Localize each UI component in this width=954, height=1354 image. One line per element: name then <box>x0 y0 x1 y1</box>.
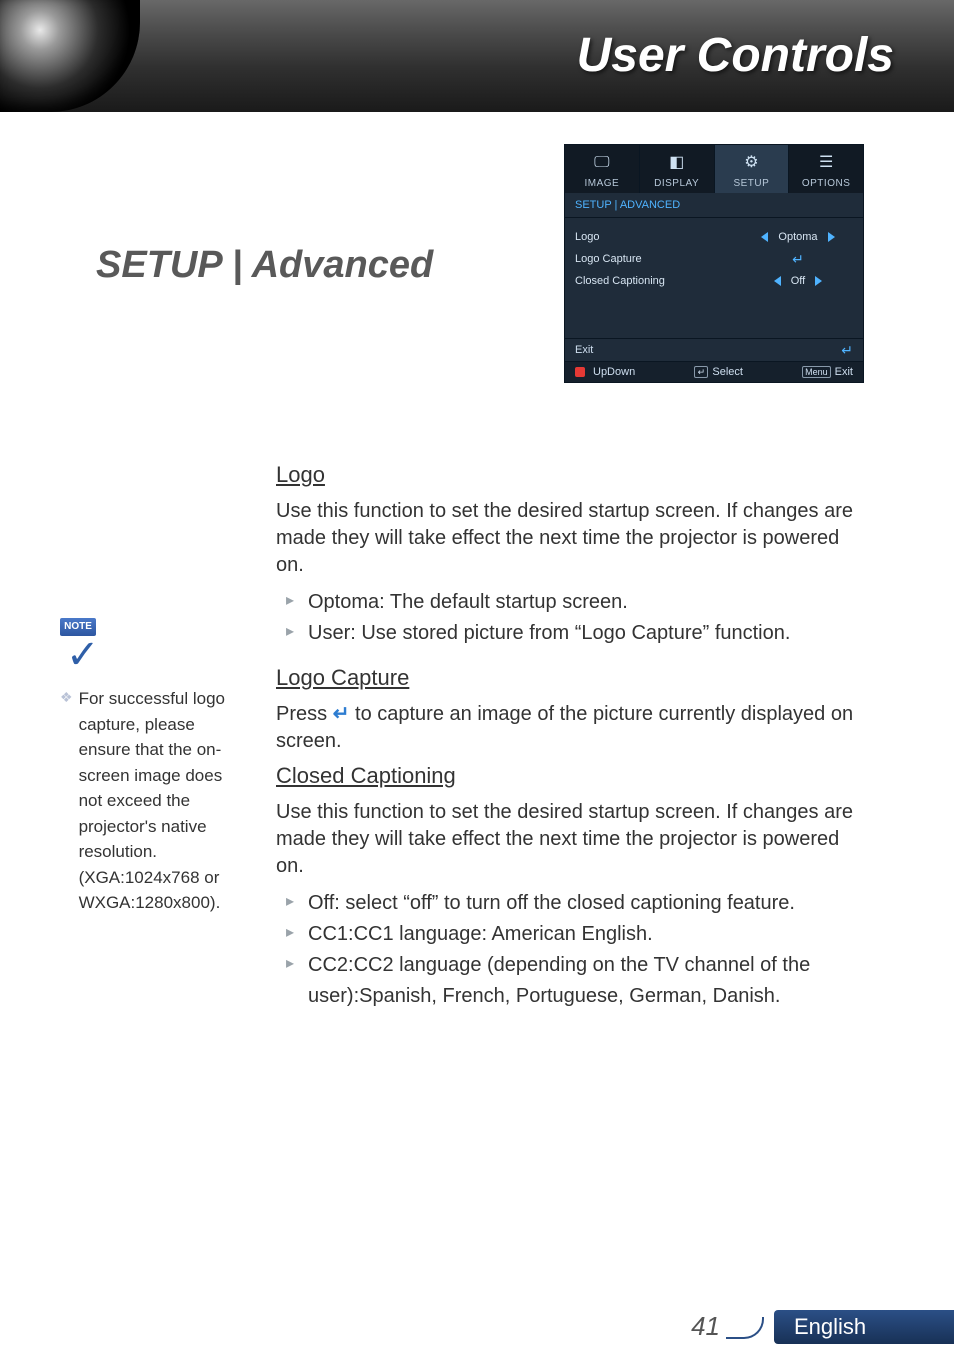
content-body: Logo Use this function to set the desire… <box>256 462 864 1028</box>
enter-icon: ↵ <box>333 703 350 725</box>
osd-breadcrumb: SETUP | ADVANCED <box>565 193 863 218</box>
osd-tab-label: SETUP <box>733 178 769 189</box>
osd-row-value: Optoma <box>778 231 817 243</box>
osd-tab-options[interactable]: ☰ OPTIONS <box>789 145 863 193</box>
check-icon: ✓ <box>66 632 100 678</box>
enter-key-icon: ↵ <box>694 366 708 378</box>
bullet-item: User: Use stored picture from “Logo Capt… <box>286 618 864 649</box>
osd-footer-updown: UpDown <box>593 366 635 378</box>
osd-row-label: Closed Captioning <box>575 275 743 287</box>
chevron-right-icon[interactable] <box>828 232 835 242</box>
list-icon: ☰ <box>789 151 863 175</box>
bullets-closed-captioning: Off: select “off” to turn off the closed… <box>286 888 864 1012</box>
osd-row-logo[interactable]: Logo Optoma <box>575 226 853 248</box>
enter-icon: ↵ <box>841 343 853 357</box>
osd-footer-exit: Exit <box>835 366 853 378</box>
note-badge: NOTE ✓ <box>60 618 120 672</box>
para-closed-captioning: Use this function to set the desired sta… <box>276 799 864 880</box>
red-button-icon <box>575 367 585 377</box>
enter-icon: ↵ <box>792 252 804 266</box>
heading-logo-capture: Logo Capture <box>276 665 864 691</box>
osd-exit-row[interactable]: Exit ↵ <box>565 338 863 361</box>
osd-tab-label: OPTIONS <box>802 178 851 189</box>
heading-closed-captioning: Closed Captioning <box>276 763 864 789</box>
osd-row-closed-captioning[interactable]: Closed Captioning Off <box>575 270 853 292</box>
osd-row-logo-capture[interactable]: Logo Capture ↵ <box>575 248 853 270</box>
osd-row-label: Logo <box>575 231 743 243</box>
osd-tab-setup[interactable]: ⚙ SETUP <box>715 145 790 193</box>
chevron-left-icon[interactable] <box>774 276 781 286</box>
gear-icon: ⚙ <box>715 151 789 175</box>
osd-row-label: Logo Capture <box>575 253 743 265</box>
osd-menu: 🖵 IMAGE ◧ DISPLAY ⚙ SETUP ☰ OPTIONS SETU… <box>564 144 864 383</box>
menu-key-icon: Menu <box>802 366 831 378</box>
para-logo-capture: Press ↵ to capture an image of the pictu… <box>276 701 864 755</box>
page-footer: 41 English <box>0 1298 954 1354</box>
chevron-left-icon[interactable] <box>761 232 768 242</box>
bullet-item: CC2:CC2 language (depending on the TV ch… <box>286 950 864 1012</box>
diamond-bullet-icon: ❖ <box>60 686 73 916</box>
para-fragment: Press <box>276 703 333 725</box>
bullet-item: CC1:CC1 language: American English. <box>286 919 864 950</box>
osd-tab-label: IMAGE <box>585 178 620 189</box>
footer-language-bar: English <box>774 1310 954 1344</box>
osd-footer: UpDown ↵ Select Menu Exit <box>565 361 863 382</box>
heading-logo: Logo <box>276 462 864 488</box>
section-title: SETUP | Advanced <box>96 244 433 287</box>
bullet-item: Optoma: The default startup screen. <box>286 587 864 618</box>
bullet-item: Off: select “off” to turn off the closed… <box>286 888 864 919</box>
para-logo: Use this function to set the desired sta… <box>276 498 864 579</box>
osd-row-value: Off <box>791 275 805 287</box>
note-sidebar: NOTE ✓ ❖ For successful logo capture, pl… <box>60 618 240 916</box>
chevron-right-icon[interactable] <box>815 276 822 286</box>
osd-exit-label: Exit <box>575 344 841 356</box>
bullets-logo: Optoma: The default startup screen. User… <box>286 587 864 649</box>
osd-body: Logo Optoma Logo Capture ↵ Closed Captio… <box>565 218 863 338</box>
osd-tab-image[interactable]: 🖵 IMAGE <box>565 145 640 193</box>
footer-language: English <box>794 1314 866 1340</box>
osd-tabs: 🖵 IMAGE ◧ DISPLAY ⚙ SETUP ☰ OPTIONS <box>565 145 863 193</box>
monitor-icon: 🖵 <box>565 151 639 175</box>
osd-tab-display[interactable]: ◧ DISPLAY <box>640 145 715 193</box>
osd-tab-label: DISPLAY <box>654 178 699 189</box>
display-icon: ◧ <box>640 151 714 175</box>
osd-footer-select: Select <box>712 366 743 378</box>
para-fragment: to capture an image of the picture curre… <box>276 703 853 752</box>
page-banner: User Controls <box>0 0 954 112</box>
page-number: 41 <box>691 1311 764 1342</box>
page-banner-title: User Controls <box>577 28 894 83</box>
note-text: For successful logo capture, please ensu… <box>79 686 240 916</box>
